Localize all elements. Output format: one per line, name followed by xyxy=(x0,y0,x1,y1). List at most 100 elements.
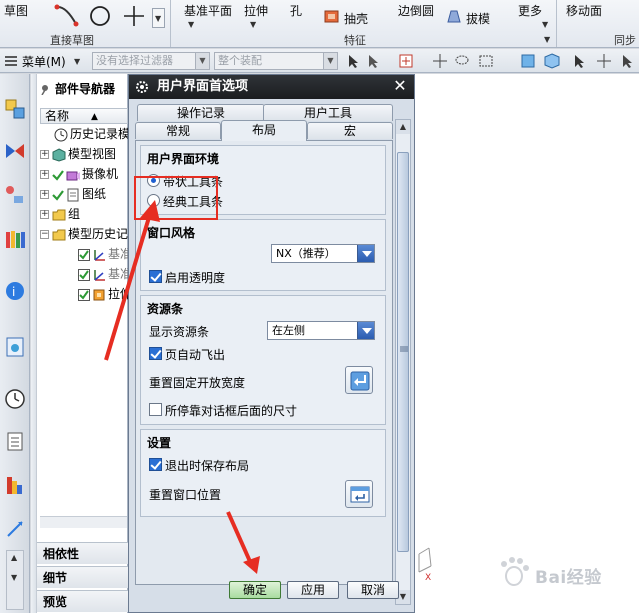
tab-user-tools[interactable]: 用户工具 xyxy=(263,104,393,121)
arc-icon[interactable] xyxy=(54,4,80,28)
select-tool-icon[interactable] xyxy=(572,53,588,69)
expand-icon[interactable]: + xyxy=(40,170,49,179)
tree-row-cameras[interactable]: + 摄像机 xyxy=(40,164,128,184)
sketch-button[interactable]: 草图 xyxy=(4,2,28,19)
tree-row-datum-plane[interactable]: 基准平面 xyxy=(40,264,128,284)
dialog-vertical-scrollbar[interactable]: ▲ ▼ xyxy=(395,119,411,605)
cube-icon[interactable] xyxy=(544,53,560,69)
checkbox-enable-transparency[interactable] xyxy=(149,270,162,283)
roles-icon[interactable] xyxy=(4,474,26,496)
cancel-button[interactable]: 取消 xyxy=(347,581,399,599)
sketch-more-dropdown[interactable]: ▼ xyxy=(152,8,165,28)
apply-button[interactable]: 应用 xyxy=(287,581,339,599)
chevron-up-icon[interactable]: ▲ xyxy=(396,120,410,134)
section-preview[interactable]: 预览 xyxy=(37,590,128,612)
close-icon[interactable]: ✕ xyxy=(392,78,408,94)
enable-transparency-label[interactable]: 启用透明度 xyxy=(165,269,225,286)
assembly-navigator-icon[interactable] xyxy=(4,98,26,120)
column-header-name[interactable]: 名称 ▲ xyxy=(40,108,128,124)
reset-fixed-width-button[interactable] xyxy=(345,366,373,394)
datum-csys-icon xyxy=(94,249,105,261)
part-navigator-icon[interactable] xyxy=(4,184,26,206)
gear-icon[interactable] xyxy=(135,80,149,94)
edge-blend-button[interactable]: 边倒圆 xyxy=(398,2,434,19)
assembly-scope-combo[interactable]: 整个装配 ▼ xyxy=(214,52,338,70)
enter-arrow-icon xyxy=(350,371,370,391)
hd3d-tools-icon[interactable]: i xyxy=(4,280,26,302)
checkbox-save-layout-on-exit[interactable] xyxy=(149,458,162,471)
section-dependencies[interactable]: 相依性 xyxy=(37,542,128,564)
lasso-icon[interactable] xyxy=(454,53,470,69)
checkbox-checked-icon[interactable] xyxy=(78,268,90,281)
chevron-up-icon[interactable]: ▲ xyxy=(11,553,17,562)
checkbox-checked-icon[interactable] xyxy=(78,288,90,301)
datum-plane-button[interactable]: 基准平面 xyxy=(184,2,232,19)
tab-general[interactable]: 常规 xyxy=(135,122,221,139)
point-plus-icon[interactable] xyxy=(122,4,146,28)
more-features-button[interactable]: 更多 xyxy=(518,2,542,19)
scrollbar-thumb[interactable] xyxy=(397,152,409,552)
tree-row-extrude[interactable]: 拉伸 xyxy=(40,284,128,304)
chevron-down-icon[interactable]: ▼ xyxy=(544,35,550,44)
web-browser-icon[interactable] xyxy=(4,336,26,358)
docked-dialog-size-label[interactable]: 所停靠对话框后面的尺寸 xyxy=(165,402,297,419)
menu-button[interactable]: 菜单(M) xyxy=(22,53,66,70)
select-all-icon[interactable] xyxy=(620,53,636,69)
circle-icon[interactable] xyxy=(88,4,112,28)
view-icon[interactable] xyxy=(520,53,536,69)
tree-row-model-views[interactable]: + 模型视图 xyxy=(40,144,128,164)
tab-layout[interactable]: 布局 xyxy=(221,120,307,141)
reuse-library-icon[interactable] xyxy=(4,228,26,250)
selection-filter-combo[interactable]: 没有选择过滤器 ▼ xyxy=(92,52,210,70)
history-icon[interactable] xyxy=(4,388,26,410)
hole-button[interactable]: 孔 xyxy=(290,2,302,19)
window-style-value: NX（推荐） xyxy=(276,247,336,260)
system-scene-icon[interactable] xyxy=(4,518,26,540)
tree-row-drawings[interactable]: + 图纸 xyxy=(40,184,128,204)
tree-row-groups[interactable]: + 组 xyxy=(40,204,128,224)
checkbox-checked-icon[interactable] xyxy=(78,248,90,261)
section-details[interactable]: 细节 xyxy=(37,566,128,588)
auto-fly-out-label[interactable]: 页自动飞出 xyxy=(165,346,225,363)
tab-macro[interactable]: 宏 xyxy=(307,122,393,139)
resource-bar-position-select[interactable]: 在左侧 xyxy=(267,321,375,340)
select-arrow-icon[interactable] xyxy=(366,53,382,69)
snap-point-icon[interactable] xyxy=(398,53,414,69)
strip-scroll[interactable]: ▲ ▼ xyxy=(6,550,24,610)
rectangle-select-icon[interactable] xyxy=(478,53,494,69)
expand-icon[interactable]: + xyxy=(40,210,49,219)
sync-group-label: 同步 xyxy=(614,34,636,47)
move-face-button[interactable]: 移动面 xyxy=(566,2,602,19)
constraint-navigator-icon[interactable] xyxy=(4,140,26,162)
checkbox-auto-fly-out[interactable] xyxy=(149,347,162,360)
chevron-down-icon[interactable]: ▼ xyxy=(11,573,17,582)
resource-bar-position-value: 在左侧 xyxy=(272,324,305,337)
navigator-horizontal-scrollbar[interactable] xyxy=(40,516,127,528)
collapse-icon[interactable]: − xyxy=(40,230,49,239)
dialog-title: 用户界面首选项 xyxy=(129,75,414,99)
shell-button[interactable]: 抽壳 xyxy=(344,10,368,27)
tab-operation-record[interactable]: 操作记录 xyxy=(137,104,265,121)
ribbon-separator xyxy=(170,0,171,47)
extrude-button[interactable]: 拉伸 xyxy=(244,2,268,19)
tree-label: 模型视图 xyxy=(68,147,117,161)
select-cursor-icon[interactable] xyxy=(346,53,362,69)
draft-button[interactable]: 拔模 xyxy=(466,10,490,27)
ok-button[interactable]: 确定 xyxy=(229,581,281,599)
expand-icon[interactable]: + xyxy=(40,190,49,199)
expand-icon[interactable]: + xyxy=(40,150,49,159)
watermark-text: Bai经验 xyxy=(535,568,602,588)
window-style-select[interactable]: NX（推荐） xyxy=(271,244,375,263)
tree-row-model-history[interactable]: − 模型历史记录 xyxy=(40,224,128,244)
graphics-window[interactable]: X xyxy=(415,74,639,613)
checkbox-docked-dialog-size[interactable] xyxy=(149,403,162,416)
tree-row-datum-csys[interactable]: 基准坐标系 xyxy=(40,244,128,264)
process-studio-icon[interactable] xyxy=(4,430,26,452)
tree-row-history-mode[interactable]: 历史记录模式 xyxy=(40,124,128,144)
save-layout-on-exit-label[interactable]: 退出时保存布局 xyxy=(165,457,249,474)
group-window-style: 窗口风格 NX（推荐） 启用透明度 xyxy=(140,219,386,291)
move-icon[interactable] xyxy=(432,53,448,69)
reset-window-position-button[interactable] xyxy=(345,480,373,508)
navigator-left-gutter xyxy=(31,74,37,613)
pan-icon[interactable] xyxy=(596,53,612,69)
